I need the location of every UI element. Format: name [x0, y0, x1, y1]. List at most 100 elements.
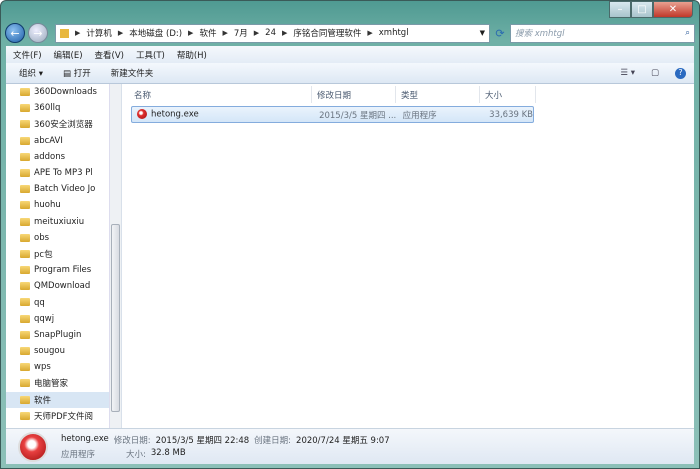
app-icon — [18, 432, 48, 462]
details-type: 应用程序 — [61, 450, 96, 460]
sidebar-item[interactable]: 电脑管家 — [6, 375, 121, 391]
breadcrumb-item[interactable]: 7月 — [234, 27, 248, 39]
folder-icon — [20, 249, 30, 258]
sidebar-item-label: Batch Video Jo — [34, 184, 96, 195]
folder-icon — [20, 168, 30, 177]
sidebar-item[interactable]: Program Files — [6, 262, 121, 278]
details-pane: hetong.exe 修改日期: 2015/3/5 星期四 22:48 创建日期… — [6, 428, 694, 464]
sidebar-item[interactable]: 360Downloads — [6, 84, 121, 100]
new-folder-button[interactable]: 新建文件夹 — [111, 67, 154, 79]
file-size: 33,639 KB — [489, 109, 534, 120]
sidebar-item-label: Program Files — [34, 265, 92, 276]
breadcrumb-item[interactable]: 序铭合同管理软件 — [293, 27, 361, 39]
menu-help[interactable]: 帮助(H) — [177, 49, 207, 61]
sidebar-item-label: wps — [34, 362, 51, 373]
column-name[interactable]: 名称 — [129, 86, 312, 103]
breadcrumb-item[interactable]: 24 — [265, 28, 276, 38]
sidebar-item[interactable]: meituxiuxiu — [6, 214, 121, 230]
sidebar-item[interactable]: 360llq — [6, 100, 121, 116]
details-created: 2020/7/24 星期五 9:07 — [296, 436, 390, 446]
help-icon[interactable]: ? — [675, 67, 686, 79]
view-options-icon[interactable]: ☰ ▾ — [620, 68, 635, 79]
sidebar-item-label: APE To MP3 Pl — [34, 168, 93, 179]
preview-pane-icon[interactable]: ▢ — [651, 68, 659, 79]
details-modified: 2015/3/5 星期四 22:48 — [155, 436, 250, 446]
folder-icon — [20, 298, 30, 307]
maximize-button[interactable]: □ — [631, 1, 653, 18]
sidebar-item[interactable]: SnapPlugin — [6, 327, 121, 343]
sidebar-item[interactable]: 360安全浏览器 — [6, 116, 121, 132]
sidebar-item-label: meituxiuxiu — [34, 216, 85, 227]
column-modified[interactable]: 修改日期 — [312, 86, 396, 103]
sidebar-item[interactable]: pc包 — [6, 246, 121, 262]
column-size[interactable]: 大小 — [480, 86, 536, 103]
sidebar-item[interactable]: wps — [6, 359, 121, 375]
sidebar-item-label: 电脑管家 — [34, 379, 69, 390]
sidebar-item[interactable]: addons — [6, 149, 121, 165]
sidebar-item-label: sougou — [34, 346, 65, 357]
search-input[interactable]: 搜索 xmhtgl ⌕ — [510, 23, 695, 43]
details-created-label: 创建日期: — [254, 436, 292, 446]
sidebar-item[interactable]: qq — [6, 294, 121, 310]
explorer-window: – □ ✕ ← → ▶ 计算机 ▶ 本地磁盘 (D:) ▶ 软件 ▶ 7月 ▶ 24 ▶ 序… — [0, 0, 700, 469]
open-icon: ▤ — [62, 69, 74, 79]
sidebar-item-label: 360Downloads — [34, 87, 97, 98]
breadcrumb-item[interactable]: 软件 — [199, 27, 216, 39]
folder-icon — [20, 88, 30, 96]
sidebar-item-label: huohu — [34, 200, 61, 211]
navigation-pane: 360Downloads 360llq 360安全浏览器 abcAVI addons AP… — [6, 84, 122, 428]
column-type[interactable]: 类型 — [396, 86, 480, 103]
sidebar-item[interactable]: abcAVI — [6, 133, 121, 149]
breadcrumb-item[interactable]: 计算机 — [86, 27, 112, 39]
sidebar-item-label: 360llq — [34, 103, 61, 114]
toolbar: 组织 ▾ ▤ 打开 新建文件夹 ☰ ▾ ▢ ? — [6, 63, 694, 84]
scrollbar[interactable] — [109, 84, 121, 428]
content-area: 360Downloads 360llq 360安全浏览器 abcAVI addons AP… — [6, 84, 694, 428]
menu-view[interactable]: 查看(V) — [95, 49, 124, 61]
sidebar-item[interactable]: obs — [6, 230, 121, 246]
close-button[interactable]: ✕ — [653, 1, 693, 18]
breadcrumb-item[interactable]: 本地磁盘 (D:) — [129, 27, 182, 39]
sidebar-item-label: 天师PDF文件阅 — [34, 411, 94, 422]
details-size-label: 大小: — [126, 450, 146, 460]
open-button[interactable]: ▤ 打开 — [63, 67, 91, 79]
folder-icon — [20, 217, 30, 226]
folder-icon — [20, 282, 30, 291]
file-row[interactable]: hetong.exe 2015/3/5 星期四 ... 应用程序 33,639 … — [131, 106, 534, 123]
back-button[interactable]: ← — [5, 23, 25, 43]
folder-icon — [20, 379, 30, 388]
folder-icon — [20, 233, 30, 242]
address-bar[interactable]: ▶ 计算机 ▶ 本地磁盘 (D:) ▶ 软件 ▶ 7月 ▶ 24 ▶ 序铭合同管理软件 ▶ x… — [55, 23, 490, 43]
sidebar-item[interactable]: 软件 — [6, 391, 121, 408]
breadcrumb-item[interactable]: xmhtgl — [379, 28, 409, 38]
folder-icon — [20, 347, 30, 355]
sidebar-item[interactable]: sougou — [6, 343, 121, 359]
menu-file[interactable]: 文件(F) — [13, 49, 42, 61]
sidebar-item-label: pc包 — [34, 249, 53, 260]
sidebar-item[interactable]: 天师PDF文件阅 — [6, 408, 121, 424]
open-label: 打开 — [73, 69, 91, 79]
sidebar-item[interactable]: APE To MP3 Pl — [6, 165, 121, 181]
sidebar-item[interactable]: QMDownload — [6, 278, 121, 294]
menu-tools[interactable]: 工具(T) — [136, 49, 165, 61]
file-modified: 2015/3/5 星期四 ... — [319, 110, 397, 121]
folder-icon — [60, 28, 69, 38]
sidebar-item-label: qq — [34, 297, 45, 308]
organize-button[interactable]: 组织 ▾ — [19, 67, 43, 79]
folder-icon — [20, 363, 30, 372]
dropdown-icon[interactable]: ▼ — [480, 29, 485, 37]
minimize-button[interactable]: – — [609, 1, 631, 18]
menu-edit[interactable]: 编辑(E) — [54, 49, 83, 61]
scrollbar-thumb[interactable] — [111, 224, 120, 412]
sidebar-item-label: SnapPlugin — [34, 329, 82, 340]
folder-icon — [20, 395, 30, 404]
sidebar-item-label: abcAVI — [34, 135, 63, 146]
forward-button[interactable]: → — [28, 23, 48, 43]
refresh-icon[interactable]: ⟳ — [493, 27, 507, 40]
sidebar-item[interactable]: Batch Video Jo — [6, 181, 121, 197]
sidebar-item[interactable]: qqwj — [6, 311, 121, 327]
sidebar-item[interactable]: huohu — [6, 197, 121, 213]
folder-icon — [20, 120, 30, 129]
folder-icon — [20, 411, 30, 420]
details-size: 32.8 MB — [150, 448, 186, 458]
